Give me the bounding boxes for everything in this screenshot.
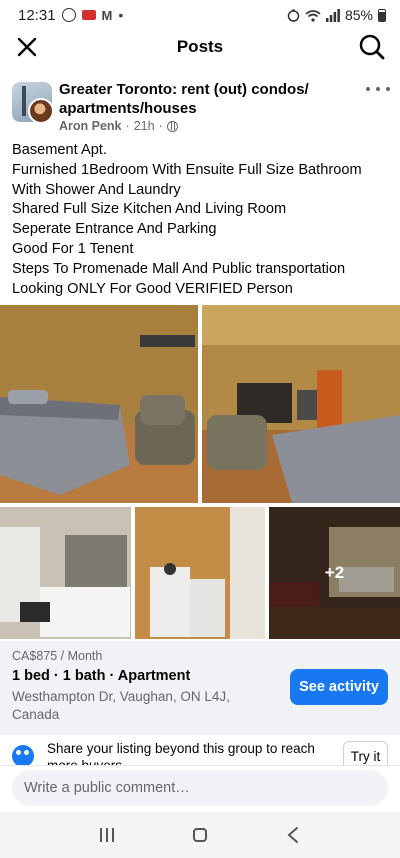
back-button[interactable] [273,820,313,850]
whatsapp-icon [61,8,76,22]
post-text-line: Basement Apt. [12,142,107,158]
battery-text: 85% [344,7,373,23]
recent-apps-icon-bar [105,828,108,842]
close-icon [17,37,37,57]
cn-tower-image [22,86,26,116]
home-icon [192,828,207,842]
status-bar: 12:31 M • 85% [0,0,400,30]
gmail-icon: M [101,7,113,23]
search-icon [359,34,385,60]
post-body: Basement Apt. Furnished 1Bedroom With En… [12,141,392,299]
bedroom-photo-art [0,305,198,503]
comment-input[interactable] [12,770,388,806]
close-button[interactable] [14,34,40,60]
post-photo-living-room[interactable]: +2 [269,507,400,639]
listing-price: CA$875 / Month [12,649,103,663]
bathroom-photo-art [0,507,131,639]
comment-bar [0,765,400,809]
back-icon [287,827,299,843]
post-text-line: Seperate Entrance And Parking [12,221,217,238]
share-listing-row: Share your listing beyond this group to … [0,735,400,765]
more-options-button[interactable] [366,82,390,96]
notification-icon [81,10,96,20]
recent-apps-icon-bar [111,828,114,842]
user-avatar[interactable] [28,98,54,124]
alarm-icon [287,9,300,22]
post-meta: Aron Penk · 21h · [59,119,178,133]
post-text-line: Furnished 1Bedroom With Ensuite Full Siz… [12,161,362,178]
status-right: 85% [287,7,386,23]
recent-apps-icon [99,828,102,842]
group-name-link[interactable]: Greater Toronto: rent (out) condos/ apar… [59,80,339,118]
try-it-button[interactable]: Try it [343,741,388,765]
more-photos-overlay[interactable]: +2 [269,507,400,639]
meta-separator: · [125,119,130,133]
listing-location: Westhampton Dr, Vaughan, ON L4J, Canada [12,689,230,722]
post-text-line: Good For 1 Tenent [12,240,134,257]
home-button[interactable] [180,820,220,850]
post-time[interactable]: 21h [134,119,155,133]
post-photo-room[interactable] [202,305,400,503]
status-time: 12:31 [18,6,56,24]
post-text-line: With Shower And Laundry [12,181,181,198]
post-text-line: Looking ONLY For Good VERIFIED Person [12,280,293,297]
recent-apps-button[interactable] [87,820,127,850]
post-photo-bathroom[interactable] [0,507,131,639]
dot-icon [366,87,370,91]
room-photo-art [202,305,400,503]
status-left: 12:31 M • [18,7,123,24]
post-text-line: Steps To Promenade Mall And Public trans… [12,260,346,277]
globe-icon [166,120,178,132]
signal-icon [325,8,340,22]
dot-icon: • [118,7,124,23]
post-photo-bedroom[interactable] [0,305,198,503]
system-nav-bar [0,812,400,858]
see-activity-button[interactable]: See activity [290,669,388,705]
dot-icon [376,87,380,91]
more-photos-count: +2 [324,563,345,582]
top-header: Posts [0,30,400,64]
post-photo-laundry[interactable] [135,507,265,639]
post-header: Greater Toronto: rent (out) condos/ apar… [0,76,400,136]
share-text: Share your listing beyond this group to … [47,741,315,765]
wifi-icon [305,9,321,22]
author-name[interactable]: Aron Penk [59,119,122,133]
meta-separator-2: · [158,119,163,133]
post-text-line: Shared Full Size Kitchen And Living Room [12,201,287,218]
people-icon [12,745,34,765]
dot-icon [386,87,390,91]
search-button[interactable] [358,33,386,61]
listing-title: 1 bed · 1 bath · Apartment [12,668,191,684]
listing-card[interactable]: CA$875 / Month 1 bed · 1 bath · Apartmen… [0,641,400,735]
page-title: Posts [176,37,224,56]
battery-icon [378,8,386,22]
laundry-photo-art [135,507,265,639]
